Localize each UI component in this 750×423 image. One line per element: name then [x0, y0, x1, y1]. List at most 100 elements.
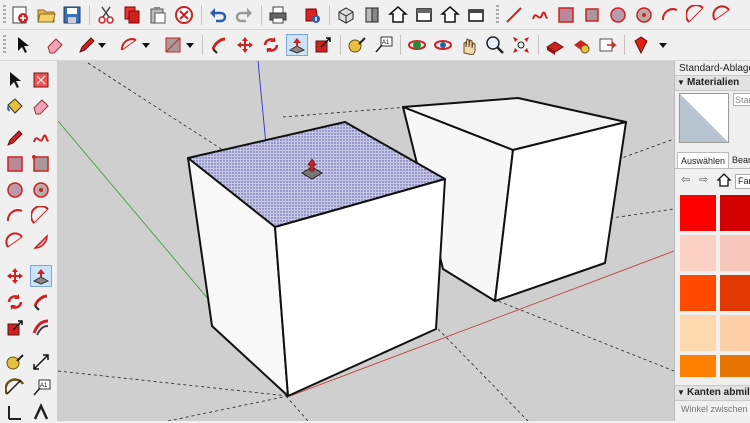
ruby-icon[interactable]	[630, 34, 652, 56]
top-view-icon[interactable]	[361, 4, 383, 26]
make-component-icon[interactable]	[30, 69, 52, 91]
circle-icon[interactable]	[4, 179, 26, 201]
open-folder-icon[interactable]	[35, 4, 57, 26]
zoom-extents-icon[interactable]	[510, 34, 532, 56]
copy-icon[interactable]	[121, 4, 143, 26]
eraser-icon[interactable]	[44, 34, 66, 56]
warehouse-icon[interactable]	[544, 34, 566, 56]
tab-select[interactable]: Auswählen	[677, 152, 729, 168]
eraser-icon[interactable]	[30, 95, 52, 117]
paste-icon[interactable]	[147, 4, 169, 26]
rotated-rectangle-icon[interactable]	[30, 153, 52, 175]
tape-measure-icon[interactable]	[4, 351, 26, 373]
freehand-icon[interactable]	[529, 4, 551, 26]
paint-bucket-icon[interactable]	[4, 95, 26, 117]
materials-panel-header[interactable]: ▼ Materialien	[675, 75, 750, 91]
axes-icon[interactable]	[4, 401, 26, 423]
save-icon[interactable]	[61, 4, 83, 26]
push-pull-icon[interactable]	[286, 34, 308, 56]
color-swatch[interactable]	[680, 195, 716, 231]
arc-tool-icon[interactable]	[118, 34, 140, 56]
pan-icon[interactable]	[458, 34, 480, 56]
rectangle-icon[interactable]	[4, 153, 26, 175]
tape-measure-icon[interactable]	[346, 34, 368, 56]
offset-icon[interactable]	[312, 34, 334, 56]
back-arrow-icon[interactable]: ⇦	[681, 173, 690, 186]
line-icon[interactable]	[4, 127, 26, 149]
erase-delete-icon[interactable]	[173, 4, 195, 26]
material-name-field[interactable]	[733, 93, 750, 106]
ruby-dropdown-icon[interactable]	[652, 34, 674, 56]
undo-icon[interactable]	[207, 4, 229, 26]
orbit-alt-icon[interactable]	[432, 34, 454, 56]
3d-text-icon[interactable]	[30, 401, 52, 423]
model-info-icon[interactable]	[301, 4, 323, 26]
push-pull-icon[interactable]	[30, 265, 52, 287]
circle-icon[interactable]	[607, 4, 629, 26]
text-icon[interactable]: A1	[30, 377, 52, 399]
text-icon[interactable]: A1	[372, 34, 394, 56]
toolbar-grip[interactable]	[3, 35, 6, 55]
move-icon[interactable]	[234, 34, 256, 56]
protractor-icon[interactable]	[4, 377, 26, 399]
follow-me-icon[interactable]	[208, 34, 230, 56]
color-swatch[interactable]	[680, 315, 716, 351]
arc-dropdown-icon[interactable]	[140, 34, 152, 56]
rotated-rectangle-icon[interactable]	[581, 4, 603, 26]
shape-dropdown-icon[interactable]	[184, 34, 196, 56]
redo-icon[interactable]	[233, 4, 255, 26]
send-icon[interactable]	[596, 34, 618, 56]
soften-edges-panel-header[interactable]: ▼ Kanten abmild	[675, 385, 750, 401]
collapse-triangle-icon[interactable]: ▼	[675, 386, 687, 400]
move-icon[interactable]	[4, 265, 26, 287]
follow-me-icon[interactable]	[30, 291, 52, 313]
pencil-icon[interactable]	[76, 34, 98, 56]
rotate-icon[interactable]	[4, 291, 26, 313]
arc-icon[interactable]	[659, 4, 681, 26]
orbit-icon[interactable]	[406, 34, 428, 56]
collapse-triangle-icon[interactable]: ▼	[675, 76, 687, 90]
front-view-icon[interactable]	[387, 4, 409, 26]
polygon-icon[interactable]	[633, 4, 655, 26]
zoom-icon[interactable]	[484, 34, 506, 56]
line-icon[interactable]	[503, 4, 525, 26]
color-swatch[interactable]	[720, 355, 750, 377]
select-icon[interactable]	[4, 69, 26, 91]
forward-arrow-icon[interactable]: ⇨	[699, 173, 708, 186]
select-icon[interactable]	[12, 34, 34, 56]
home-icon[interactable]	[716, 172, 732, 188]
three-point-arc-icon[interactable]	[711, 4, 733, 26]
freehand-icon[interactable]	[30, 127, 52, 149]
arc-icon[interactable]	[4, 205, 26, 227]
polygon-icon[interactable]	[30, 179, 52, 201]
pencil-dropdown-icon[interactable]	[96, 34, 108, 56]
rotate-icon[interactable]	[260, 34, 282, 56]
model-canvas[interactable]	[58, 61, 674, 421]
offset-icon[interactable]	[30, 317, 52, 339]
new-file-icon[interactable]	[9, 4, 31, 26]
print-icon[interactable]	[267, 4, 289, 26]
cut-icon[interactable]	[95, 4, 117, 26]
iso-view-icon[interactable]	[335, 4, 357, 26]
dimension-icon[interactable]	[30, 351, 52, 373]
rectangle-icon[interactable]	[555, 4, 577, 26]
color-swatch[interactable]	[680, 355, 716, 377]
color-swatch[interactable]	[680, 275, 716, 311]
shape-icon[interactable]	[162, 34, 184, 56]
color-swatch[interactable]	[720, 275, 750, 311]
toolbar-grip[interactable]	[3, 5, 6, 25]
color-swatch[interactable]	[720, 235, 750, 271]
three-point-arc-icon[interactable]	[4, 231, 26, 253]
scale-icon[interactable]	[4, 317, 26, 339]
color-swatch[interactable]	[720, 195, 750, 231]
tab-edit[interactable]: Bearb	[729, 153, 750, 168]
color-swatch[interactable]	[680, 235, 716, 271]
collection-dropdown[interactable]: Far	[735, 174, 750, 189]
drawing-area-viewport[interactable]	[58, 61, 674, 421]
two-point-arc-icon[interactable]	[685, 4, 707, 26]
pie-icon[interactable]	[30, 231, 52, 253]
back-view-icon[interactable]	[439, 4, 461, 26]
right-view-icon[interactable]	[413, 4, 435, 26]
extension-icon[interactable]	[570, 34, 592, 56]
left-view-icon[interactable]	[465, 4, 487, 26]
